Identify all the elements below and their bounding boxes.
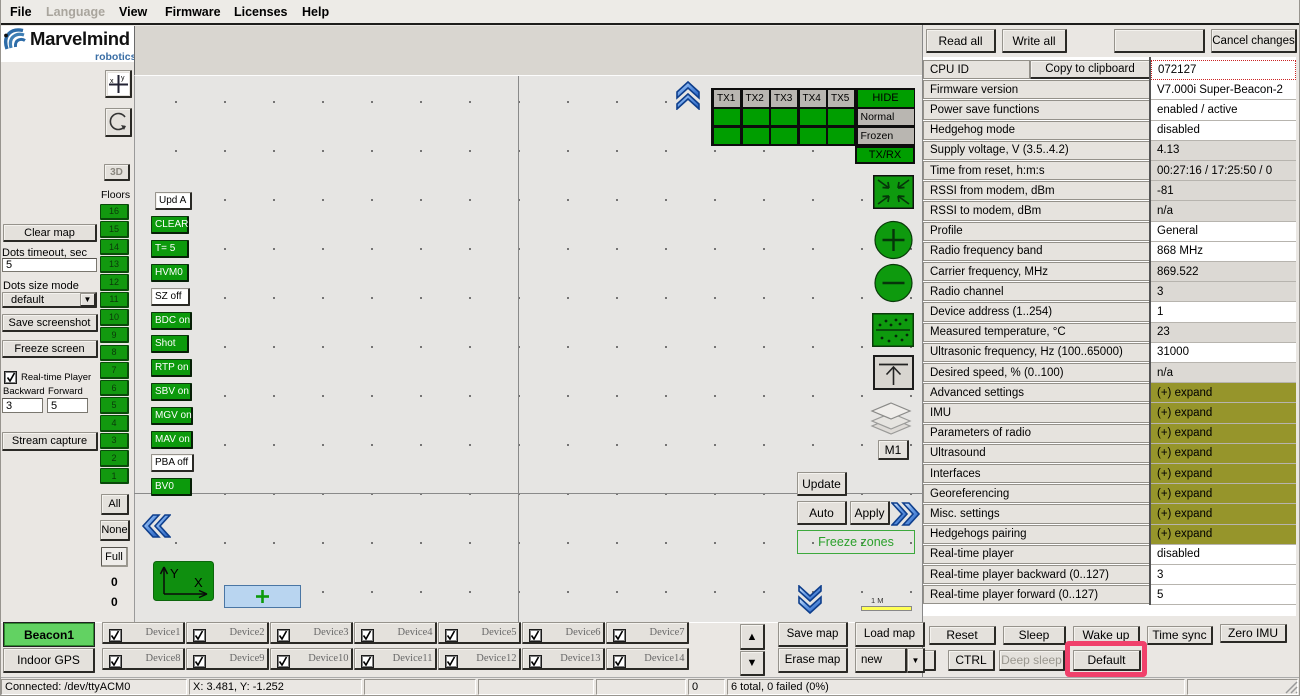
svg-text:X: X <box>194 575 203 590</box>
svg-text:Y: Y <box>170 566 179 581</box>
svg-text:y: y <box>121 75 125 82</box>
svg-text:x: x <box>110 78 114 85</box>
